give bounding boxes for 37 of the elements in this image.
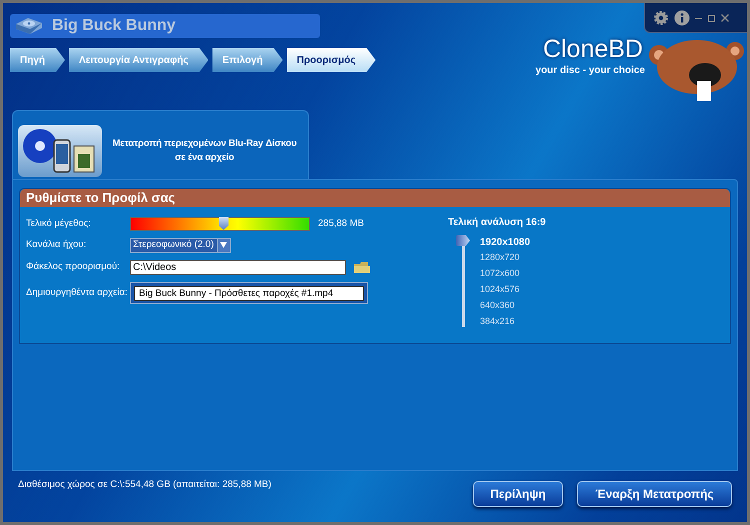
maximize-icon[interactable]	[708, 14, 716, 22]
size-slider-thumb[interactable]	[218, 217, 229, 230]
resolution-option[interactable]: 640x360	[480, 299, 530, 315]
section-header: Ρυθμίστε το Προφίλ σας	[20, 189, 730, 207]
file-name-field[interactable]: Big Buck Bunny - Πρόσθετες παροχές #1.mp4	[134, 286, 364, 300]
step-tab[interactable]: Λειτουργία Αντιγραφής	[69, 48, 208, 72]
field-label: Δημιουργηθέντα αρχεία:	[26, 286, 129, 300]
size-reading: 285,88 MB	[318, 216, 364, 231]
action-button[interactable]: Περίληψη	[473, 481, 563, 507]
resolution-option[interactable]: 1920x1080	[480, 235, 530, 251]
close-icon[interactable]	[721, 14, 729, 22]
settings-icon[interactable]	[653, 10, 669, 26]
step-tab[interactable]: Προορισμός	[286, 48, 376, 72]
disc-drive-icon	[14, 17, 44, 35]
resolution-slider-thumb[interactable]	[456, 235, 470, 246]
action-button[interactable]: Έναρξη Μετατροπής	[577, 481, 732, 507]
resolution-option[interactable]: 384x216	[480, 315, 530, 331]
field-label: Τελικό μέγεθος:	[26, 216, 92, 231]
window-title: Big Buck Bunny	[52, 16, 176, 36]
resolution-option[interactable]: 1024x576	[480, 283, 530, 299]
status-text: Διαθέσιμος χώρος σε C:\:554,48 GB (απαιτείται: 285,88 MB)	[18, 478, 272, 492]
step-tab[interactable]: Πηγή	[10, 48, 65, 72]
folder-input-field[interactable]: C:\Videos	[130, 260, 346, 274]
step-tab[interactable]: Επιλογή	[212, 48, 283, 72]
resolution-option[interactable]: 1072x600	[480, 267, 530, 283]
tagline: your disc - your choice	[536, 64, 645, 78]
resolution-option[interactable]: 1280x720	[480, 251, 530, 267]
folder-icon[interactable]	[354, 261, 370, 273]
field-label: Φάκελος προορισμού:	[26, 260, 121, 274]
info-icon[interactable]	[674, 10, 690, 26]
resolution-title: Τελική ανάλυση 16:9	[448, 216, 546, 230]
field-label: Κανάλια ήχου:	[26, 238, 88, 252]
dropdown-arrow-icon	[220, 242, 228, 248]
logo-text: CloneBD	[542, 35, 643, 63]
audio-dropdown[interactable]: Στερεοφωνικό (2.0)	[130, 238, 231, 252]
resolution-slider[interactable]	[456, 237, 470, 327]
task-description: Μετατροπή περιεχομένων Blu-Ray Δίσκου σε ένα αρχείο	[111, 136, 298, 164]
